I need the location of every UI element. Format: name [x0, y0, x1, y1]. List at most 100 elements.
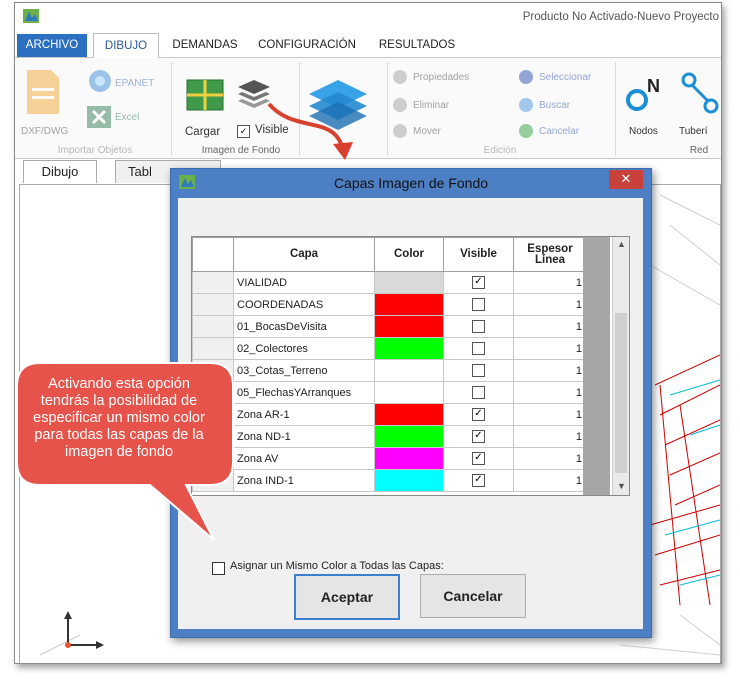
assign-color-checkbox[interactable] [212, 562, 225, 575]
layer-visible-checkbox[interactable] [472, 364, 485, 377]
layer-width-cell[interactable]: 1 [513, 315, 587, 338]
layer-visible-cell[interactable]: ✓ [443, 403, 514, 426]
column-header-visible: Visible [443, 237, 514, 272]
table-row[interactable]: 01_BocasDeVisita 1 [192, 315, 587, 338]
layer-width-cell[interactable]: 1 [513, 469, 587, 492]
cancel-edit-button[interactable]: Cancelar [539, 126, 579, 137]
cancel-button[interactable]: Cancelar [420, 574, 526, 618]
layer-name-cell: Zona IND-1 [233, 469, 375, 492]
select-button[interactable]: Seleccionar [539, 72, 591, 83]
row-header[interactable] [192, 271, 234, 294]
row-header[interactable] [192, 337, 234, 360]
table-row[interactable]: VIALIDAD ✓ 1 [192, 271, 587, 294]
ribbon-tabs: ARCHIVO DIBUJO DEMANDAS CONFIGURACIÓN RE… [15, 31, 721, 59]
layer-visible-checkbox[interactable]: ✓ [472, 408, 485, 421]
scroll-thumb[interactable] [615, 313, 627, 473]
table-row[interactable]: Zona ND-1 ✓ 1 [192, 425, 587, 448]
layer-visible-cell[interactable]: ✓ [443, 469, 514, 492]
layer-color-cell[interactable] [374, 425, 444, 448]
table-row[interactable]: 05_FlechasYArranques 1 [192, 381, 587, 404]
layer-visible-cell[interactable] [443, 359, 514, 382]
layer-visible-checkbox[interactable]: ✓ [472, 430, 485, 443]
layer-name-cell: COORDENADAS [233, 293, 375, 316]
table-row[interactable]: 02_Colectores 1 [192, 337, 587, 360]
layer-color-cell[interactable] [374, 447, 444, 470]
layer-color-cell[interactable] [374, 315, 444, 338]
table-row[interactable]: Zona IND-1 ✓ 1 [192, 469, 587, 492]
layer-width-cell[interactable]: 1 [513, 271, 587, 294]
layer-width-cell[interactable]: 1 [513, 403, 587, 426]
row-header-corner [192, 237, 234, 272]
epanet-icon[interactable] [87, 68, 113, 94]
table-row[interactable]: Zona AV ✓ 1 [192, 447, 587, 470]
tab-resultados[interactable]: RESULTADOS [373, 35, 461, 56]
layer-visible-checkbox[interactable]: ✓ [472, 276, 485, 289]
visible-checkbox[interactable]: ✓ [237, 125, 250, 139]
scroll-down-icon[interactable]: ▼ [613, 481, 629, 491]
layer-visible-checkbox[interactable] [472, 342, 485, 355]
layer-visible-checkbox[interactable]: ✓ [472, 452, 485, 465]
move-button[interactable]: Mover [413, 126, 441, 137]
properties-button[interactable]: Propiedades [413, 72, 469, 83]
layer-visible-checkbox[interactable] [472, 320, 485, 333]
nodes-button[interactable]: Nodos [629, 126, 658, 137]
column-header-capa: Capa [233, 237, 375, 272]
tab-demandas[interactable]: DEMANDAS [165, 35, 245, 56]
layer-visible-cell[interactable] [443, 337, 514, 360]
layer-width-cell[interactable]: 1 [513, 293, 587, 316]
layer-width-cell[interactable]: 1 [513, 447, 587, 470]
delete-button[interactable]: Eliminar [413, 100, 449, 111]
search-button[interactable]: Buscar [539, 100, 570, 111]
layer-color-cell[interactable] [374, 381, 444, 404]
close-button[interactable]: ✕ [609, 170, 643, 189]
layer-visible-cell[interactable] [443, 293, 514, 316]
tab-configuracion[interactable]: CONFIGURACIÓN [255, 35, 359, 56]
load-map-icon[interactable] [185, 78, 225, 118]
scroll-up-icon[interactable]: ▲ [613, 239, 629, 249]
table-row[interactable]: COORDENADAS 1 [192, 293, 587, 316]
load-button[interactable]: Cargar [185, 126, 220, 138]
layer-visible-checkbox[interactable]: ✓ [472, 474, 485, 487]
layer-color-cell[interactable] [374, 403, 444, 426]
ribbon: DXF/DWG EPANET Excel Importar Objetos Ca… [15, 58, 721, 159]
layer-visible-cell[interactable] [443, 315, 514, 338]
layer-width-cell[interactable]: 1 [513, 381, 587, 404]
row-header[interactable] [192, 469, 234, 492]
row-header[interactable] [192, 293, 234, 316]
layer-visible-checkbox[interactable] [472, 386, 485, 399]
layer-name-cell: 01_BocasDeVisita [233, 315, 375, 338]
layer-color-cell[interactable] [374, 271, 444, 294]
row-header[interactable] [192, 315, 234, 338]
tab-dibujo-doc[interactable]: Dibujo [23, 160, 97, 183]
layer-name-cell: 05_FlechasYArranques [233, 381, 375, 404]
grid-scrollbar[interactable]: ▲ ▼ [612, 237, 629, 495]
layer-name-cell: 02_Colectores [233, 337, 375, 360]
layer-visible-cell[interactable] [443, 381, 514, 404]
layer-width-cell[interactable]: 1 [513, 337, 587, 360]
pipes-icon[interactable] [679, 72, 721, 116]
layers-dialog: Capas Imagen de Fondo ✕ Capa Color Visib… [170, 168, 652, 638]
layer-visible-checkbox[interactable] [472, 298, 485, 311]
table-row[interactable]: Zona AR-1 ✓ 1 [192, 403, 587, 426]
layer-visible-cell[interactable]: ✓ [443, 271, 514, 294]
column-header-espesor: Espesor Línea [513, 237, 587, 272]
tab-archivo[interactable]: ARCHIVO [17, 34, 87, 57]
layer-visible-cell[interactable]: ✓ [443, 447, 514, 470]
nodes-icon[interactable]: N [625, 74, 665, 114]
table-row[interactable]: 03_Cotas_Terreno 1 [192, 359, 587, 382]
layer-color-cell[interactable] [374, 359, 444, 382]
excel-icon[interactable] [87, 106, 111, 128]
cancel-edit-icon [519, 124, 533, 138]
pipes-button[interactable]: Tuberí [679, 126, 708, 137]
edit-group-label: Edición [483, 145, 517, 156]
layer-visible-cell[interactable]: ✓ [443, 425, 514, 448]
layer-color-cell[interactable] [374, 469, 444, 492]
layer-color-cell[interactable] [374, 293, 444, 316]
accept-button[interactable]: Aceptar [294, 574, 400, 620]
tab-dibujo[interactable]: DIBUJO [93, 33, 159, 59]
dxf-file-icon[interactable] [25, 68, 61, 116]
callout-text: Activando esta opción tendrás la posibil… [33, 376, 205, 460]
layer-color-cell[interactable] [374, 337, 444, 360]
layer-width-cell[interactable]: 1 [513, 359, 587, 382]
layer-width-cell[interactable]: 1 [513, 425, 587, 448]
